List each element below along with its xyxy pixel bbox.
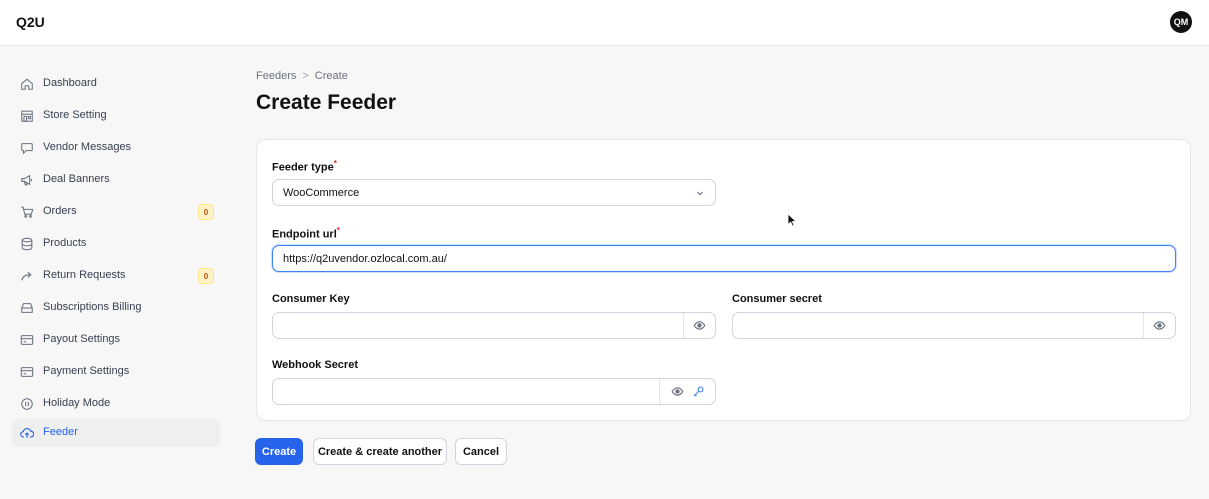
card-icon [20, 335, 34, 345]
sidebar-item-vendor-messages[interactable]: Vendor Messages [12, 134, 220, 162]
breadcrumb-current: Create [314, 70, 348, 82]
sidebar-item-dashboard[interactable]: Dashboard [12, 70, 220, 98]
eye-icon[interactable] [671, 385, 684, 398]
sidebar-item-subscriptions-billing[interactable]: Subscriptions Billing [12, 294, 220, 322]
webhook-secret-addons [659, 379, 715, 404]
page-title: Create Feeder [256, 91, 397, 114]
return-requests-count-badge: 0 [198, 268, 214, 284]
sidebar-item-return-requests[interactable]: Return Requests 0 [12, 262, 220, 290]
megaphone-icon [21, 174, 32, 186]
eye-icon [693, 321, 706, 330]
sidebar-item-holiday-mode[interactable]: Holiday Mode [12, 390, 220, 418]
sidebar-item-label: Store Setting [43, 109, 107, 121]
brand-logo[interactable]: Q2U [16, 14, 45, 30]
consumer-secret-label: Consumer secret [732, 293, 822, 305]
sidebar-item-label: Payout Settings [43, 333, 121, 345]
sidebar-item-label: Orders [43, 205, 77, 217]
chevron-down-icon [697, 191, 703, 196]
sidebar-item-label: Return Requests [43, 269, 126, 281]
form-card: Feeder type* WooCommerce Endpoint url* h… [256, 139, 1191, 421]
create-button[interactable]: Create [255, 438, 303, 465]
feeder-type-select[interactable]: WooCommerce [272, 179, 716, 206]
store-icon [21, 110, 33, 122]
return-arrow-icon [21, 271, 32, 281]
sidebar-item-products[interactable]: Products [12, 230, 220, 258]
endpoint-url-input[interactable]: https://q2uvendor.ozlocal.com.au/ [272, 245, 1176, 272]
pause-icon [21, 398, 33, 410]
sidebar-item-label: Dashboard [43, 77, 97, 89]
sidebar-item-label: Holiday Mode [43, 397, 111, 409]
key-icon[interactable] [692, 385, 705, 398]
consumer-key-input[interactable] [272, 312, 716, 339]
cancel-button[interactable]: Cancel [455, 438, 507, 465]
sidebar-item-label: Vendor Messages [43, 141, 132, 153]
cart-icon [21, 206, 34, 218]
sidebar-item-label: Payment Settings [43, 365, 130, 377]
inbox-icon [21, 303, 33, 313]
breadcrumb-parent-link[interactable]: Feeders [256, 70, 296, 82]
endpoint-url-value: https://q2uvendor.ozlocal.com.au/ [283, 253, 447, 265]
mouse-pointer-icon [787, 213, 797, 227]
database-icon [21, 237, 33, 251]
card-icon [20, 367, 34, 377]
feeder-type-label: Feeder type* [272, 159, 337, 174]
sidebar: Dashboard Store Setting Vendor Messages … [0, 46, 230, 499]
top-bar: Q2U QM [0, 0, 1209, 46]
endpoint-url-label-text: Endpoint url [272, 228, 337, 241]
sidebar-item-label: Feeder [43, 426, 78, 438]
sidebar-item-label: Subscriptions Billing [43, 301, 142, 313]
consumer-key-toggle-visibility[interactable] [683, 313, 715, 338]
sidebar-item-payout-settings[interactable]: Payout Settings [12, 326, 220, 354]
required-asterisk: * [336, 226, 340, 235]
consumer-secret-toggle-visibility[interactable] [1143, 313, 1175, 338]
breadcrumb: Feeders > Create [256, 70, 348, 82]
feeder-type-label-text: Feeder type [272, 161, 334, 174]
endpoint-url-label: Endpoint url* [272, 226, 340, 241]
feeder-type-value: WooCommerce [283, 187, 360, 199]
required-asterisk: * [333, 159, 337, 168]
message-icon [21, 143, 33, 155]
breadcrumb-separator: > [302, 70, 309, 82]
sidebar-item-label: Products [43, 237, 87, 249]
consumer-key-label: Consumer Key [272, 293, 350, 305]
orders-count-badge: 0 [198, 204, 214, 220]
cloud-upload-icon [20, 427, 34, 438]
sidebar-item-orders[interactable]: Orders 0 [12, 198, 220, 226]
webhook-secret-label: Webhook Secret [272, 359, 358, 371]
create-and-create-another-button[interactable]: Create & create another [313, 438, 447, 465]
webhook-secret-input[interactable] [272, 378, 716, 405]
sidebar-item-label: Deal Banners [43, 173, 110, 185]
eye-icon [1153, 321, 1166, 330]
sidebar-item-deal-banners[interactable]: Deal Banners [12, 166, 220, 194]
user-avatar[interactable]: QM [1170, 11, 1192, 33]
sidebar-item-store-setting[interactable]: Store Setting [12, 102, 220, 130]
home-icon [21, 78, 33, 90]
consumer-secret-input[interactable] [732, 312, 1176, 339]
sidebar-item-payment-settings[interactable]: Payment Settings [12, 358, 220, 386]
sidebar-item-feeder[interactable]: Feeder [12, 419, 220, 447]
